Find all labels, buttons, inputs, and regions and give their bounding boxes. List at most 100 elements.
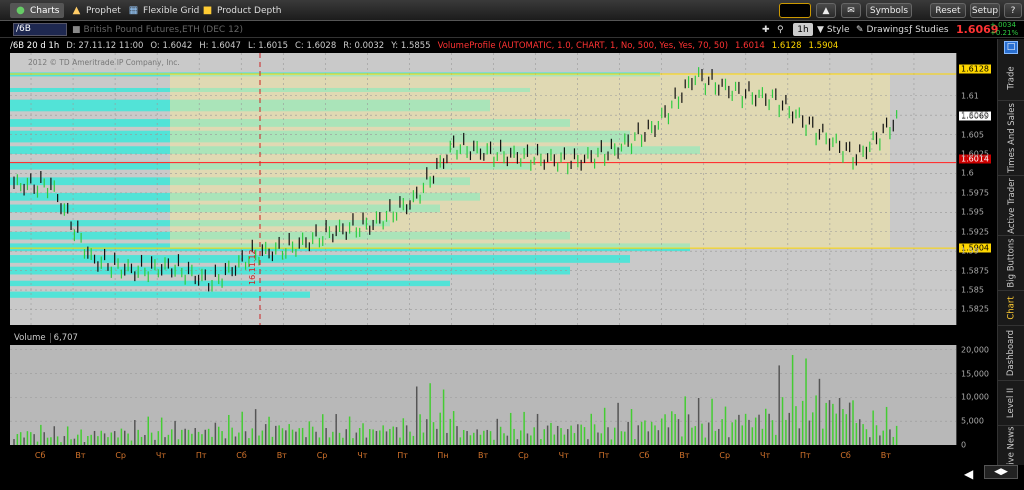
time-tick: Ср bbox=[115, 451, 127, 460]
price-tick: 1.6075 bbox=[961, 110, 989, 120]
symbol-period: /6B 20 d 1h bbox=[10, 41, 60, 51]
charts-icon: ● bbox=[16, 5, 25, 16]
time-tick: Сб bbox=[236, 451, 247, 460]
price-tick: 1.61 bbox=[961, 91, 979, 101]
tab-charts[interactable]: ● Charts bbox=[10, 3, 65, 18]
reset-button[interactable]: Reset bbox=[930, 3, 966, 18]
net-change: +.0034 bbox=[990, 21, 1016, 29]
price-tick: 1.585 bbox=[961, 285, 984, 295]
chart-info-bar: /6B 20 d 1h D: 27.11.12 11:00 O: 1.6042 H: … bbox=[10, 39, 956, 53]
time-tick: Ср bbox=[316, 451, 328, 460]
bar-y: Y: 1.5855 bbox=[391, 41, 431, 51]
time-tick: Вт bbox=[679, 451, 690, 460]
timeframe-button[interactable]: 1h bbox=[793, 23, 813, 36]
percent-change: +0.21% bbox=[990, 29, 1019, 37]
time-tick: Пт bbox=[195, 451, 207, 460]
time-tick: Чт bbox=[759, 451, 771, 460]
cursor-date-label: 16.11.12 bbox=[248, 249, 257, 285]
zoom-icon[interactable]: ⚲ bbox=[777, 23, 784, 36]
grid-icon: ▦ bbox=[128, 5, 139, 16]
sidebar-tab-dashboard[interactable]: Dashboard bbox=[998, 326, 1024, 381]
sidebar-tab-chart[interactable]: Chart bbox=[998, 291, 1024, 326]
time-tick: Пн bbox=[437, 451, 449, 460]
time-axis: Сб Вт Ср Чт Пт Сб Вт Ср Чт Пт Пн Вт Ср Чт Пт Сб Вт Ср Чт Пт… bbox=[10, 447, 956, 465]
time-tick: Ср bbox=[518, 451, 529, 460]
price-tick: 1.6 bbox=[961, 168, 974, 178]
sidebar-tab-label: Active Trader bbox=[1006, 177, 1017, 234]
sidebar-tab-big-buttons[interactable]: Big Buttons bbox=[998, 236, 1024, 291]
price-tick: 1.5925 bbox=[961, 227, 989, 237]
bar-low: L: 1.6015 bbox=[247, 41, 288, 51]
volume-bars bbox=[13, 354, 898, 445]
symbol-description: ■ British Pound Futures,ETH (DEC 12) bbox=[72, 24, 244, 35]
tab-prophet[interactable]: ▲ Prophet bbox=[66, 3, 126, 18]
tab-flexible-grid[interactable]: ▦ Flexible Grid bbox=[123, 3, 204, 18]
message-icon[interactable]: ✉ bbox=[841, 3, 861, 18]
sidebar-tab-trade[interactable]: Trade bbox=[998, 56, 1024, 101]
volume-header: Volume 6,707 bbox=[10, 332, 956, 345]
volume-chart[interactable] bbox=[10, 345, 956, 445]
study-va-high: 1.6128 bbox=[771, 41, 802, 51]
bar-high: H: 1.6047 bbox=[199, 41, 241, 51]
link-color-box[interactable] bbox=[779, 3, 811, 18]
price-axis[interactable]: 1.6128 1.6069 1.6014 1.5904 1.61 1.6075 1.… bbox=[956, 53, 993, 325]
value-area bbox=[170, 73, 890, 249]
sidebar-tab-label: Times And Sales bbox=[1006, 103, 1017, 173]
price-tick: 1.5875 bbox=[961, 266, 989, 276]
right-sidebar-tabs: □ Trade Times And Sales Active Trader Big B… bbox=[997, 39, 1024, 471]
bar-close: C: 1.6028 bbox=[295, 41, 337, 51]
volume-axis: 20,000 15,000 10,000 5,000 0 bbox=[956, 345, 993, 450]
link-icon[interactable]: □ bbox=[1004, 41, 1018, 54]
price-tick: 1.5975 bbox=[961, 188, 989, 198]
symbols-button[interactable]: Symbols bbox=[866, 3, 912, 18]
style-icon: ▼ bbox=[817, 24, 824, 35]
price-tick: 1.6025 bbox=[961, 149, 989, 159]
volume-tick: 15,000 bbox=[961, 369, 989, 379]
setup-button[interactable]: Setup bbox=[970, 3, 1000, 18]
chart-toolbar: /6B ■ British Pound Futures,ETH (DEC 12) … bbox=[0, 21, 1024, 38]
price-chart[interactable]: 2012 © TD Ameritrade IP Company, Inc. 16… bbox=[10, 53, 956, 325]
time-tick: Пт bbox=[598, 451, 610, 460]
time-tick: Вт bbox=[880, 451, 891, 460]
vp-row bbox=[10, 291, 310, 298]
watermark: 2012 © TD Ameritrade IP Company, Inc. bbox=[28, 58, 180, 67]
volume-tick: 10,000 bbox=[961, 392, 989, 402]
alert-icon[interactable]: ▲ bbox=[816, 3, 836, 18]
va-high-label: 1.6128 bbox=[959, 64, 991, 74]
drawings-button[interactable]: ✎ Drawings bbox=[856, 23, 909, 36]
price-tick: 1.605 bbox=[961, 130, 984, 140]
time-tick: Сб bbox=[34, 451, 46, 460]
bottom-bar: ◀ ◀▶ bbox=[0, 465, 1024, 490]
sidebar-tab-active-trader[interactable]: Active Trader bbox=[998, 176, 1024, 236]
vp-row bbox=[10, 280, 450, 287]
sidebar-tab-label: Live News bbox=[1006, 426, 1017, 470]
time-tick: Вт bbox=[75, 451, 86, 460]
collapse-icon[interactable]: ◀ bbox=[964, 467, 973, 481]
tab-product-depth[interactable]: ■ Product Depth bbox=[197, 3, 286, 18]
expand-icon[interactable]: ◀▶ bbox=[984, 465, 1018, 479]
help-icon[interactable]: ? bbox=[1004, 3, 1022, 18]
bar-date: D: 27.11.12 11:00 bbox=[66, 41, 144, 51]
studies-button[interactable]: ƒ Studies bbox=[909, 23, 949, 36]
style-button[interactable]: ▼ Style bbox=[817, 23, 850, 36]
volume-title: Volume bbox=[14, 333, 46, 343]
sidebar-tab-times-and-sales[interactable]: Times And Sales bbox=[998, 101, 1024, 176]
cursor-icon[interactable]: ✚ bbox=[762, 23, 770, 36]
time-tick: Ср bbox=[719, 451, 731, 460]
volume-tick: 5,000 bbox=[961, 416, 984, 426]
sidebar-tab-level-ii[interactable]: Level II bbox=[998, 381, 1024, 426]
volume-chart-svg bbox=[10, 349, 956, 445]
time-tick: Сб bbox=[840, 451, 851, 460]
time-tick: Сб bbox=[638, 451, 650, 460]
sidebar-tab-label: Big Buttons bbox=[1006, 238, 1017, 288]
time-tick: Чт bbox=[558, 451, 569, 460]
study-poc-value: 1.6014 bbox=[735, 41, 765, 51]
depth-icon: ■ bbox=[202, 5, 213, 16]
time-tick: Чт bbox=[357, 451, 368, 460]
sidebar-tab-label: Dashboard bbox=[1006, 329, 1017, 377]
price-tick: 1.595 bbox=[961, 207, 984, 217]
volume-tick: 0 bbox=[961, 440, 967, 450]
info-icon: ■ bbox=[72, 24, 81, 35]
symbol-input[interactable]: /6B bbox=[13, 23, 67, 36]
sidebar-tab-label: Chart bbox=[1006, 296, 1017, 320]
